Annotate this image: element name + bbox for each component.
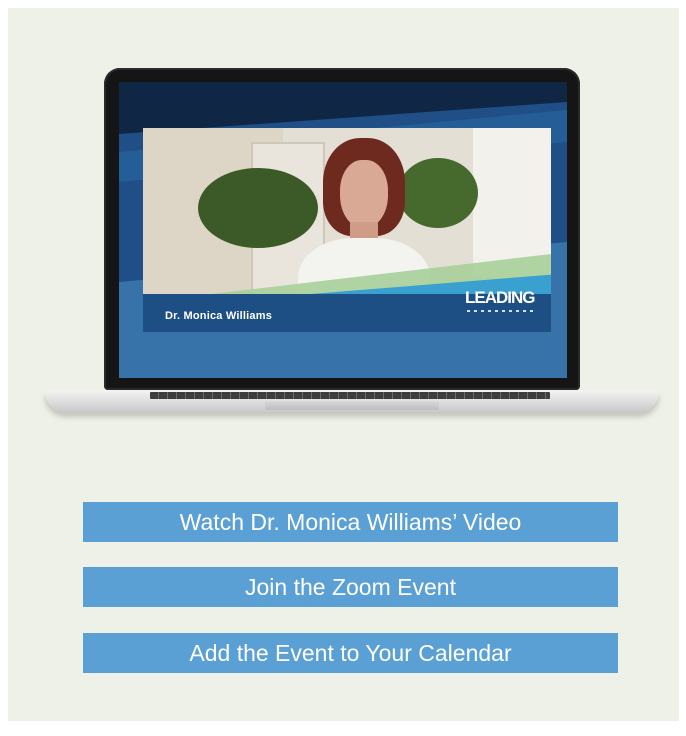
video-still[interactable]: Dr. Monica Williams LEADING	[143, 128, 551, 332]
plant-right	[398, 158, 478, 228]
laptop-trackpad	[265, 401, 439, 410]
speaker-caption: Dr. Monica Williams	[165, 310, 273, 322]
speaker-face	[340, 160, 388, 228]
plant-left	[198, 168, 318, 248]
laptop-keyboard	[150, 392, 550, 399]
add-to-calendar-button[interactable]: Add the Event to Your Calendar	[83, 633, 618, 673]
watch-video-button[interactable]: Watch Dr. Monica Williams’ Video	[83, 502, 618, 542]
logo-subline	[467, 310, 537, 312]
leading-logo: LEADING	[465, 288, 535, 307]
laptop-mockup: Dr. Monica Williams LEADING	[0, 0, 686, 440]
join-zoom-button[interactable]: Join the Zoom Event	[83, 567, 618, 607]
